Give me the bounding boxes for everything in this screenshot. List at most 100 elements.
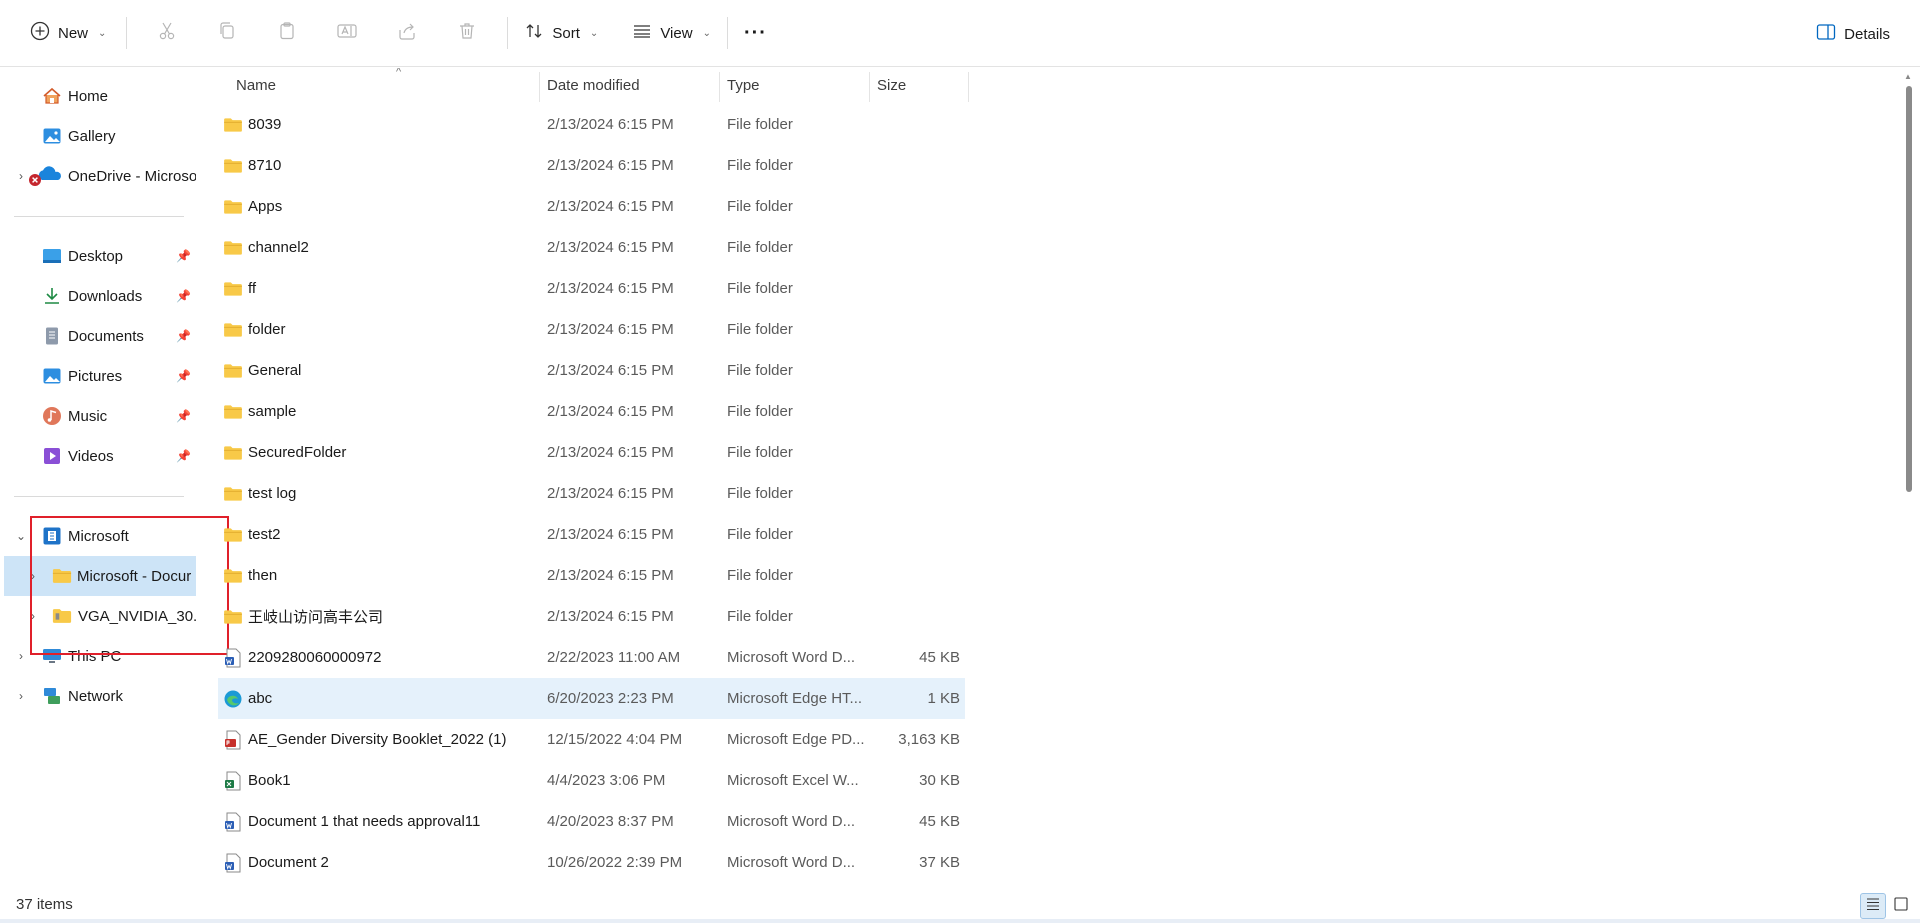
new-button[interactable]: New ⌄ [24,13,112,53]
pdf-icon [222,719,244,760]
nav-item-desktop[interactable]: Desktop 📌 [0,236,196,276]
chevron-right-icon[interactable]: › [14,649,28,663]
download-arrow-icon [42,286,62,306]
folder-icon [222,268,244,309]
file-row[interactable]: Document 2 10/26/2022 2:39 PM Microsoft Wo… [218,842,968,883]
plus-circle-icon [30,21,50,45]
chevron-down-icon: ⌄ [98,27,107,39]
file-row[interactable]: 王岐山访问高丰公司 2/13/2024 6:15 PM File folder [218,596,968,637]
file-name: channel2 [248,239,309,256]
file-date-modified: 2/13/2024 6:15 PM [547,444,674,461]
vertical-scrollbar[interactable] [1906,86,1912,492]
file-type: File folder [727,116,793,133]
rename-button[interactable] [317,13,377,53]
column-header-name[interactable]: ^ Name [236,68,536,102]
pin-icon[interactable]: 📌 [176,449,191,463]
file-type: Microsoft Excel W... [727,772,859,789]
file-name: 王岐山访问高丰公司 [248,609,384,626]
file-type: File folder [727,157,793,174]
pin-icon[interactable]: 📌 [176,249,191,263]
copy-button[interactable] [197,13,257,53]
file-row[interactable]: SecuredFolder 2/13/2024 6:15 PM File folde… [218,432,968,473]
file-date-modified: 2/13/2024 6:15 PM [547,485,674,502]
file-type: File folder [727,321,793,338]
file-row[interactable]: folder 2/13/2024 6:15 PM File folder [218,309,968,350]
file-row[interactable]: Document 1 that needs approval11 4/20/202… [218,801,968,842]
column-divider[interactable] [539,72,540,102]
file-row[interactable]: 8710 2/13/2024 6:15 PM File folder [218,145,968,186]
sort-ascending-icon: ^ [396,68,402,78]
nav-item-downloads[interactable]: Downloads 📌 [0,276,196,316]
cut-button[interactable] [137,13,197,53]
folder-icon [222,104,244,145]
pin-icon[interactable]: 📌 [176,289,191,303]
nav-item-onedrive[interactable]: › OneDrive - Microso [0,156,196,196]
file-list: ^ Name Date modified Type Size 8039 2/13/… [218,68,1900,888]
file-name: ff [248,280,257,297]
nav-item-gallery[interactable]: Gallery [0,116,196,156]
pin-icon[interactable]: 📌 [176,329,191,343]
file-size [868,473,960,514]
column-header-type[interactable]: Type [727,68,867,102]
nav-item-documents[interactable]: Documents 📌 [0,316,196,356]
file-date-modified: 2/13/2024 6:15 PM [547,116,674,133]
pin-icon[interactable]: 📌 [176,409,191,423]
file-row[interactable]: test2 2/13/2024 6:15 PM File folder [218,514,968,555]
file-type: File folder [727,403,793,420]
nav-item-videos[interactable]: Videos 📌 [0,436,196,476]
paste-button[interactable] [257,13,317,53]
file-name: 8710 [248,157,282,174]
file-row[interactable]: abc 6/20/2023 2:23 PM Microsoft Edge HT...… [218,678,965,719]
more-options-button[interactable]: ··· [738,13,773,53]
window-bottom-edge [0,919,1920,923]
nav-item-pictures[interactable]: Pictures 📌 [0,356,196,396]
file-row[interactable]: channel2 2/13/2024 6:15 PM File folder [218,227,968,268]
nav-item-label: Home [68,87,109,105]
excel-icon [222,760,244,801]
nav-item-music[interactable]: Music 📌 [0,396,196,436]
nav-item-home[interactable]: Home [0,76,196,116]
file-row[interactable]: test log 2/13/2024 6:15 PM File folder [218,473,968,514]
view-button[interactable]: View ⌄ [626,13,717,53]
column-divider[interactable] [869,72,870,102]
details-view-button[interactable] [1860,893,1886,919]
column-header-size[interactable]: Size [877,68,957,102]
file-row[interactable]: then 2/13/2024 6:15 PM File folder [218,555,968,596]
file-row[interactable]: 2209280060000972 2/22/2023 11:00 AM Micros… [218,637,968,678]
share-icon [397,21,417,45]
share-button[interactable] [377,13,437,53]
file-row[interactable]: General 2/13/2024 6:15 PM File folder [218,350,968,391]
scroll-up-arrow-icon[interactable]: ▲ [1904,72,1912,81]
column-divider[interactable] [719,72,720,102]
folder-icon [222,555,244,596]
chevron-right-icon[interactable]: › [14,689,28,703]
chevron-right-icon[interactable]: › [14,169,28,183]
nav-item-network[interactable]: › Network [0,676,196,716]
file-size [868,596,960,637]
trash-icon [457,21,477,45]
file-row[interactable]: Apps 2/13/2024 6:15 PM File folder [218,186,968,227]
file-name: sample [248,403,297,420]
file-name: test log [248,485,297,502]
chevron-down-icon[interactable]: ⌄ [14,529,28,543]
file-type: Microsoft Word D... [727,649,856,666]
details-pane-button[interactable]: Details [1816,14,1890,54]
onedrive-cloud-icon [28,166,68,186]
file-row[interactable]: AE_Gender Diversity Booklet_2022 (1) 12/1… [218,719,968,760]
toolbar-divider [726,17,728,49]
file-date-modified: 2/13/2024 6:15 PM [547,526,674,543]
file-row[interactable]: 8039 2/13/2024 6:15 PM File folder [218,104,968,145]
file-row[interactable]: ff 2/13/2024 6:15 PM File folder [218,268,968,309]
column-divider[interactable] [968,72,969,102]
pin-icon[interactable]: 📌 [176,369,191,383]
file-type: Microsoft Word D... [727,854,856,871]
sort-button[interactable]: Sort ⌄ [518,13,604,53]
column-header-date[interactable]: Date modified [547,68,722,102]
file-row[interactable]: sample 2/13/2024 6:15 PM File folder [218,391,968,432]
desktop-icon [42,246,62,266]
file-date-modified: 2/13/2024 6:15 PM [547,157,674,174]
home-icon [42,86,62,106]
tiles-view-button[interactable] [1888,893,1914,919]
file-row[interactable]: Book1 4/4/2023 3:06 PM Microsoft Excel W..… [218,760,968,801]
delete-button[interactable] [437,13,497,53]
